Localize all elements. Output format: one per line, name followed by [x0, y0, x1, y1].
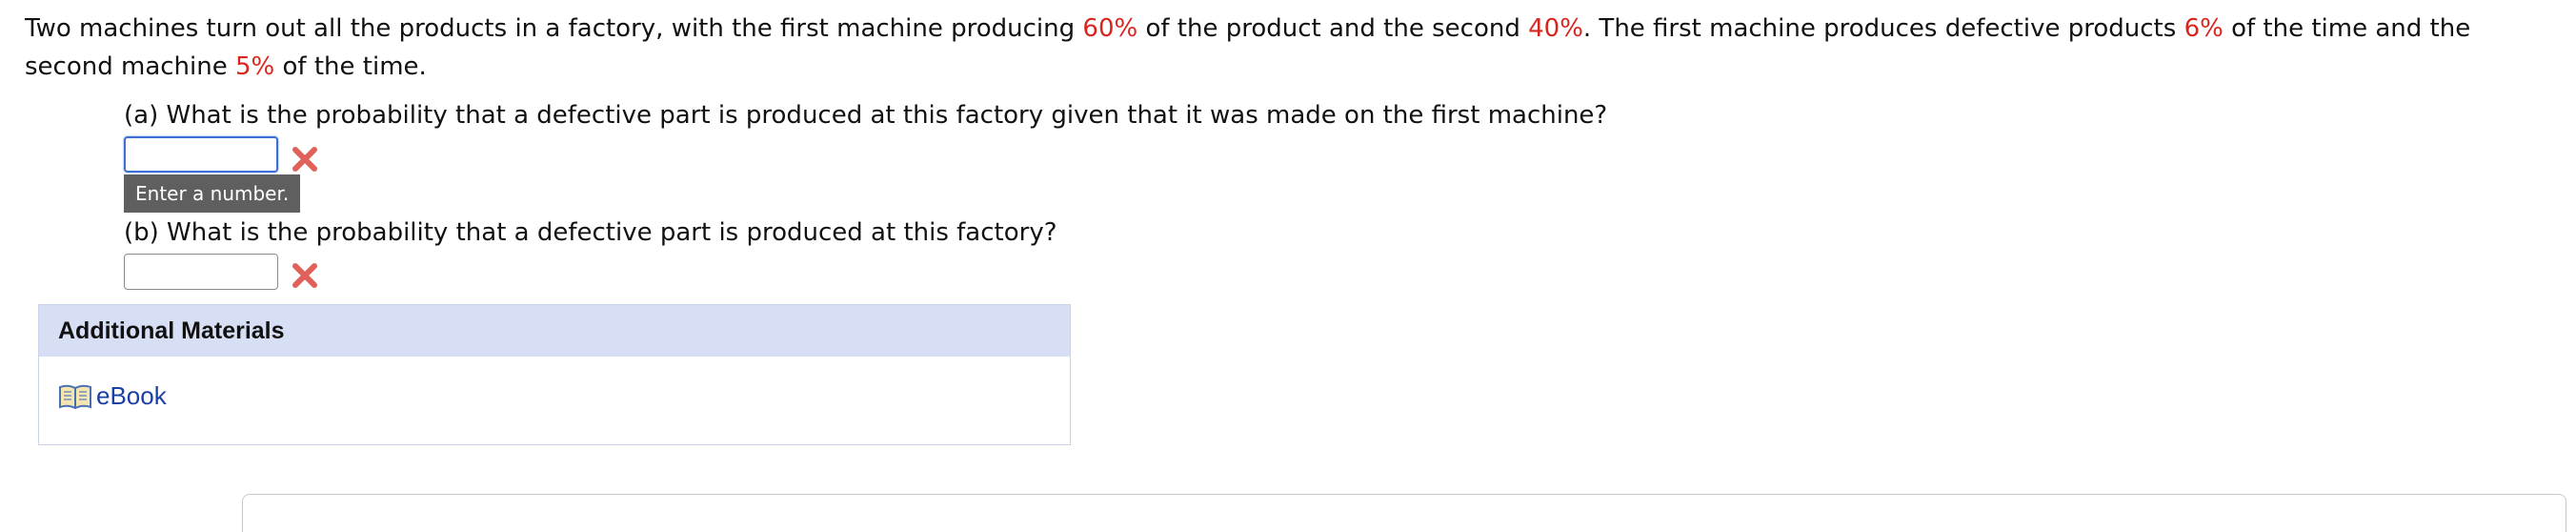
validation-tooltip: Enter a number. [124, 174, 301, 213]
x-mark-icon [292, 147, 317, 172]
x-mark-icon [292, 263, 317, 288]
book-icon [59, 384, 91, 409]
problem-text-5: of the time. [274, 52, 427, 81]
additional-materials-header: Additional Materials [39, 305, 1070, 357]
machine2-defect-rate: 5% [235, 52, 275, 81]
problem-text-3: . The first machine produces defective p… [1582, 14, 2184, 43]
machine2-share: 40% [1528, 14, 1583, 43]
additional-materials-panel: Additional Materials eBook [38, 304, 1071, 445]
machine1-share: 60% [1082, 14, 1138, 43]
problem-text-1: Two machines turn out all the products i… [25, 14, 1083, 43]
problem-text-2: of the product and the second [1137, 14, 1529, 43]
part-b-question: (b) What is the probability that a defec… [124, 218, 1057, 247]
part-a-answer-input[interactable] [124, 136, 278, 173]
next-panel-edge [242, 494, 2566, 532]
part-b-answer-input[interactable] [124, 254, 278, 290]
problem-statement: Two machines turn out all the products i… [25, 10, 2540, 86]
machine1-defect-rate: 6% [2184, 14, 2224, 43]
ebook-link[interactable]: eBook [58, 381, 167, 411]
ebook-link-label[interactable]: eBook [96, 381, 167, 411]
part-a-question: (a) What is the probability that a defec… [124, 101, 1608, 130]
